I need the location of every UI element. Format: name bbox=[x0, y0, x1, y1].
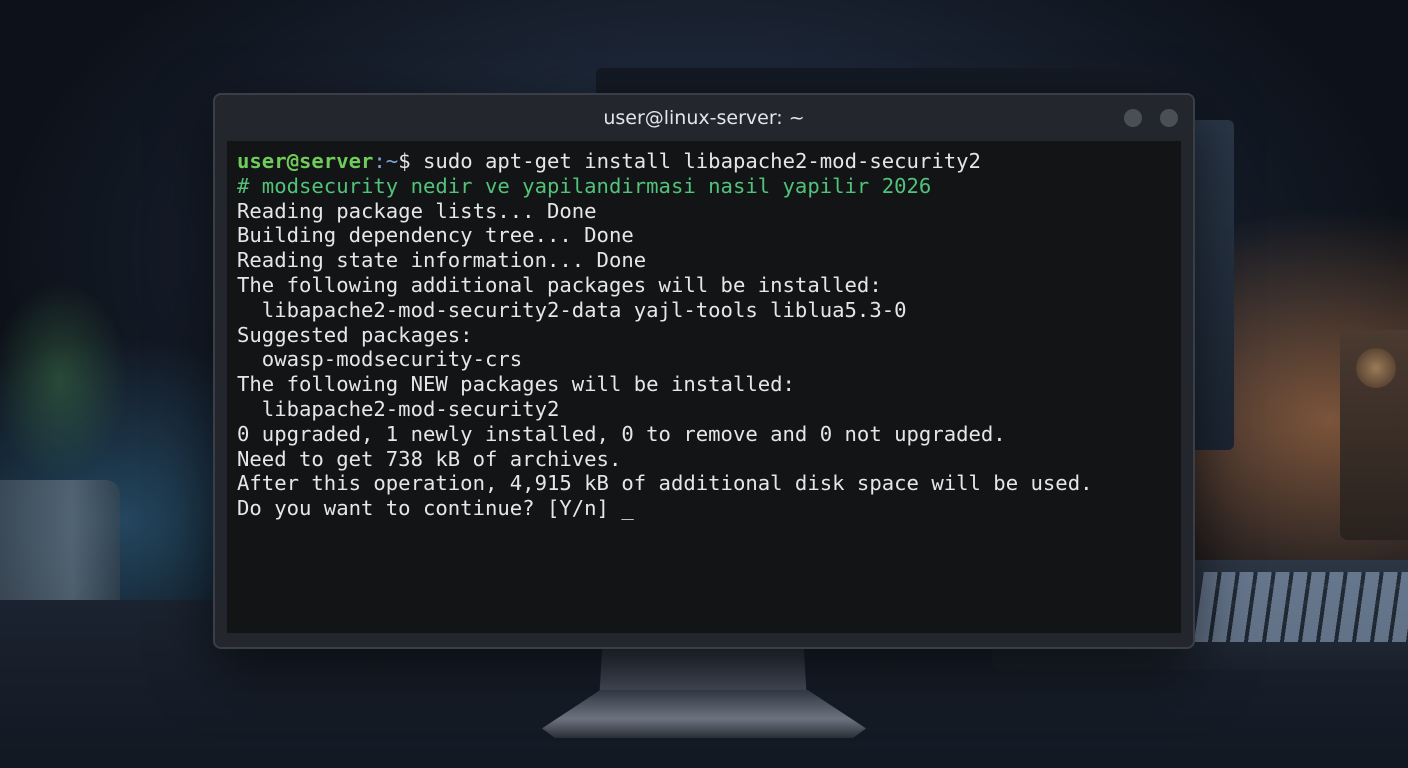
output-line: owasp-modsecurity-crs bbox=[237, 347, 523, 372]
minimize-button[interactable] bbox=[1124, 109, 1142, 127]
output-line: The following additional packages will b… bbox=[237, 272, 882, 297]
terminal-window[interactable]: user@linux-server: ~ user@server:~$ sudo… bbox=[213, 93, 1195, 649]
output-line: Building dependency tree... Done bbox=[237, 223, 634, 248]
side-monitor bbox=[1192, 120, 1234, 450]
monitor-stand-base bbox=[542, 690, 866, 738]
window-title: user@linux-server: ~ bbox=[603, 107, 805, 129]
output-line: After this operation, 4,915 kB of additi… bbox=[237, 471, 1093, 496]
desk-scene: user@linux-server: ~ user@server:~$ sudo… bbox=[0, 0, 1408, 768]
speaker-cone bbox=[1356, 348, 1396, 388]
speaker bbox=[1340, 330, 1408, 540]
window-titlebar[interactable]: user@linux-server: ~ bbox=[215, 95, 1193, 141]
output-line: Suggested packages: bbox=[237, 322, 473, 347]
prompt-symbol: $ bbox=[398, 149, 424, 173]
output-line: The following NEW packages will be insta… bbox=[237, 372, 795, 397]
terminal-viewport[interactable]: user@server:~$ sudo apt-get install liba… bbox=[227, 141, 1181, 633]
output-line: Reading state information... Done bbox=[237, 248, 647, 273]
output-line: 0 upgraded, 1 newly installed, 0 to remo… bbox=[237, 421, 1006, 446]
keyboard-keys bbox=[1193, 572, 1408, 642]
terminal-output: user@server:~$ sudo apt-get install liba… bbox=[237, 149, 1093, 521]
output-line: Need to get 738 kB of archives. bbox=[237, 446, 622, 471]
prompt-path: :~ bbox=[373, 149, 399, 173]
comment-line: # modsecurity nedir ve yapilandirmasi na… bbox=[237, 173, 932, 198]
continue-prompt: Do you want to continue? [Y/n] bbox=[237, 496, 622, 521]
output-line: libapache2-mod-security2 bbox=[237, 396, 560, 421]
plant-leaves bbox=[0, 250, 170, 490]
command-text: sudo apt-get install libapache2-mod-secu… bbox=[423, 149, 981, 173]
output-line: Reading package lists... Done bbox=[237, 198, 597, 223]
output-line: libapache2-mod-security2-data yajl-tools… bbox=[237, 297, 907, 322]
prompt-user: user@server bbox=[237, 149, 374, 173]
close-button[interactable] bbox=[1160, 109, 1178, 127]
terminal-cursor[interactable]: _ bbox=[621, 496, 633, 520]
